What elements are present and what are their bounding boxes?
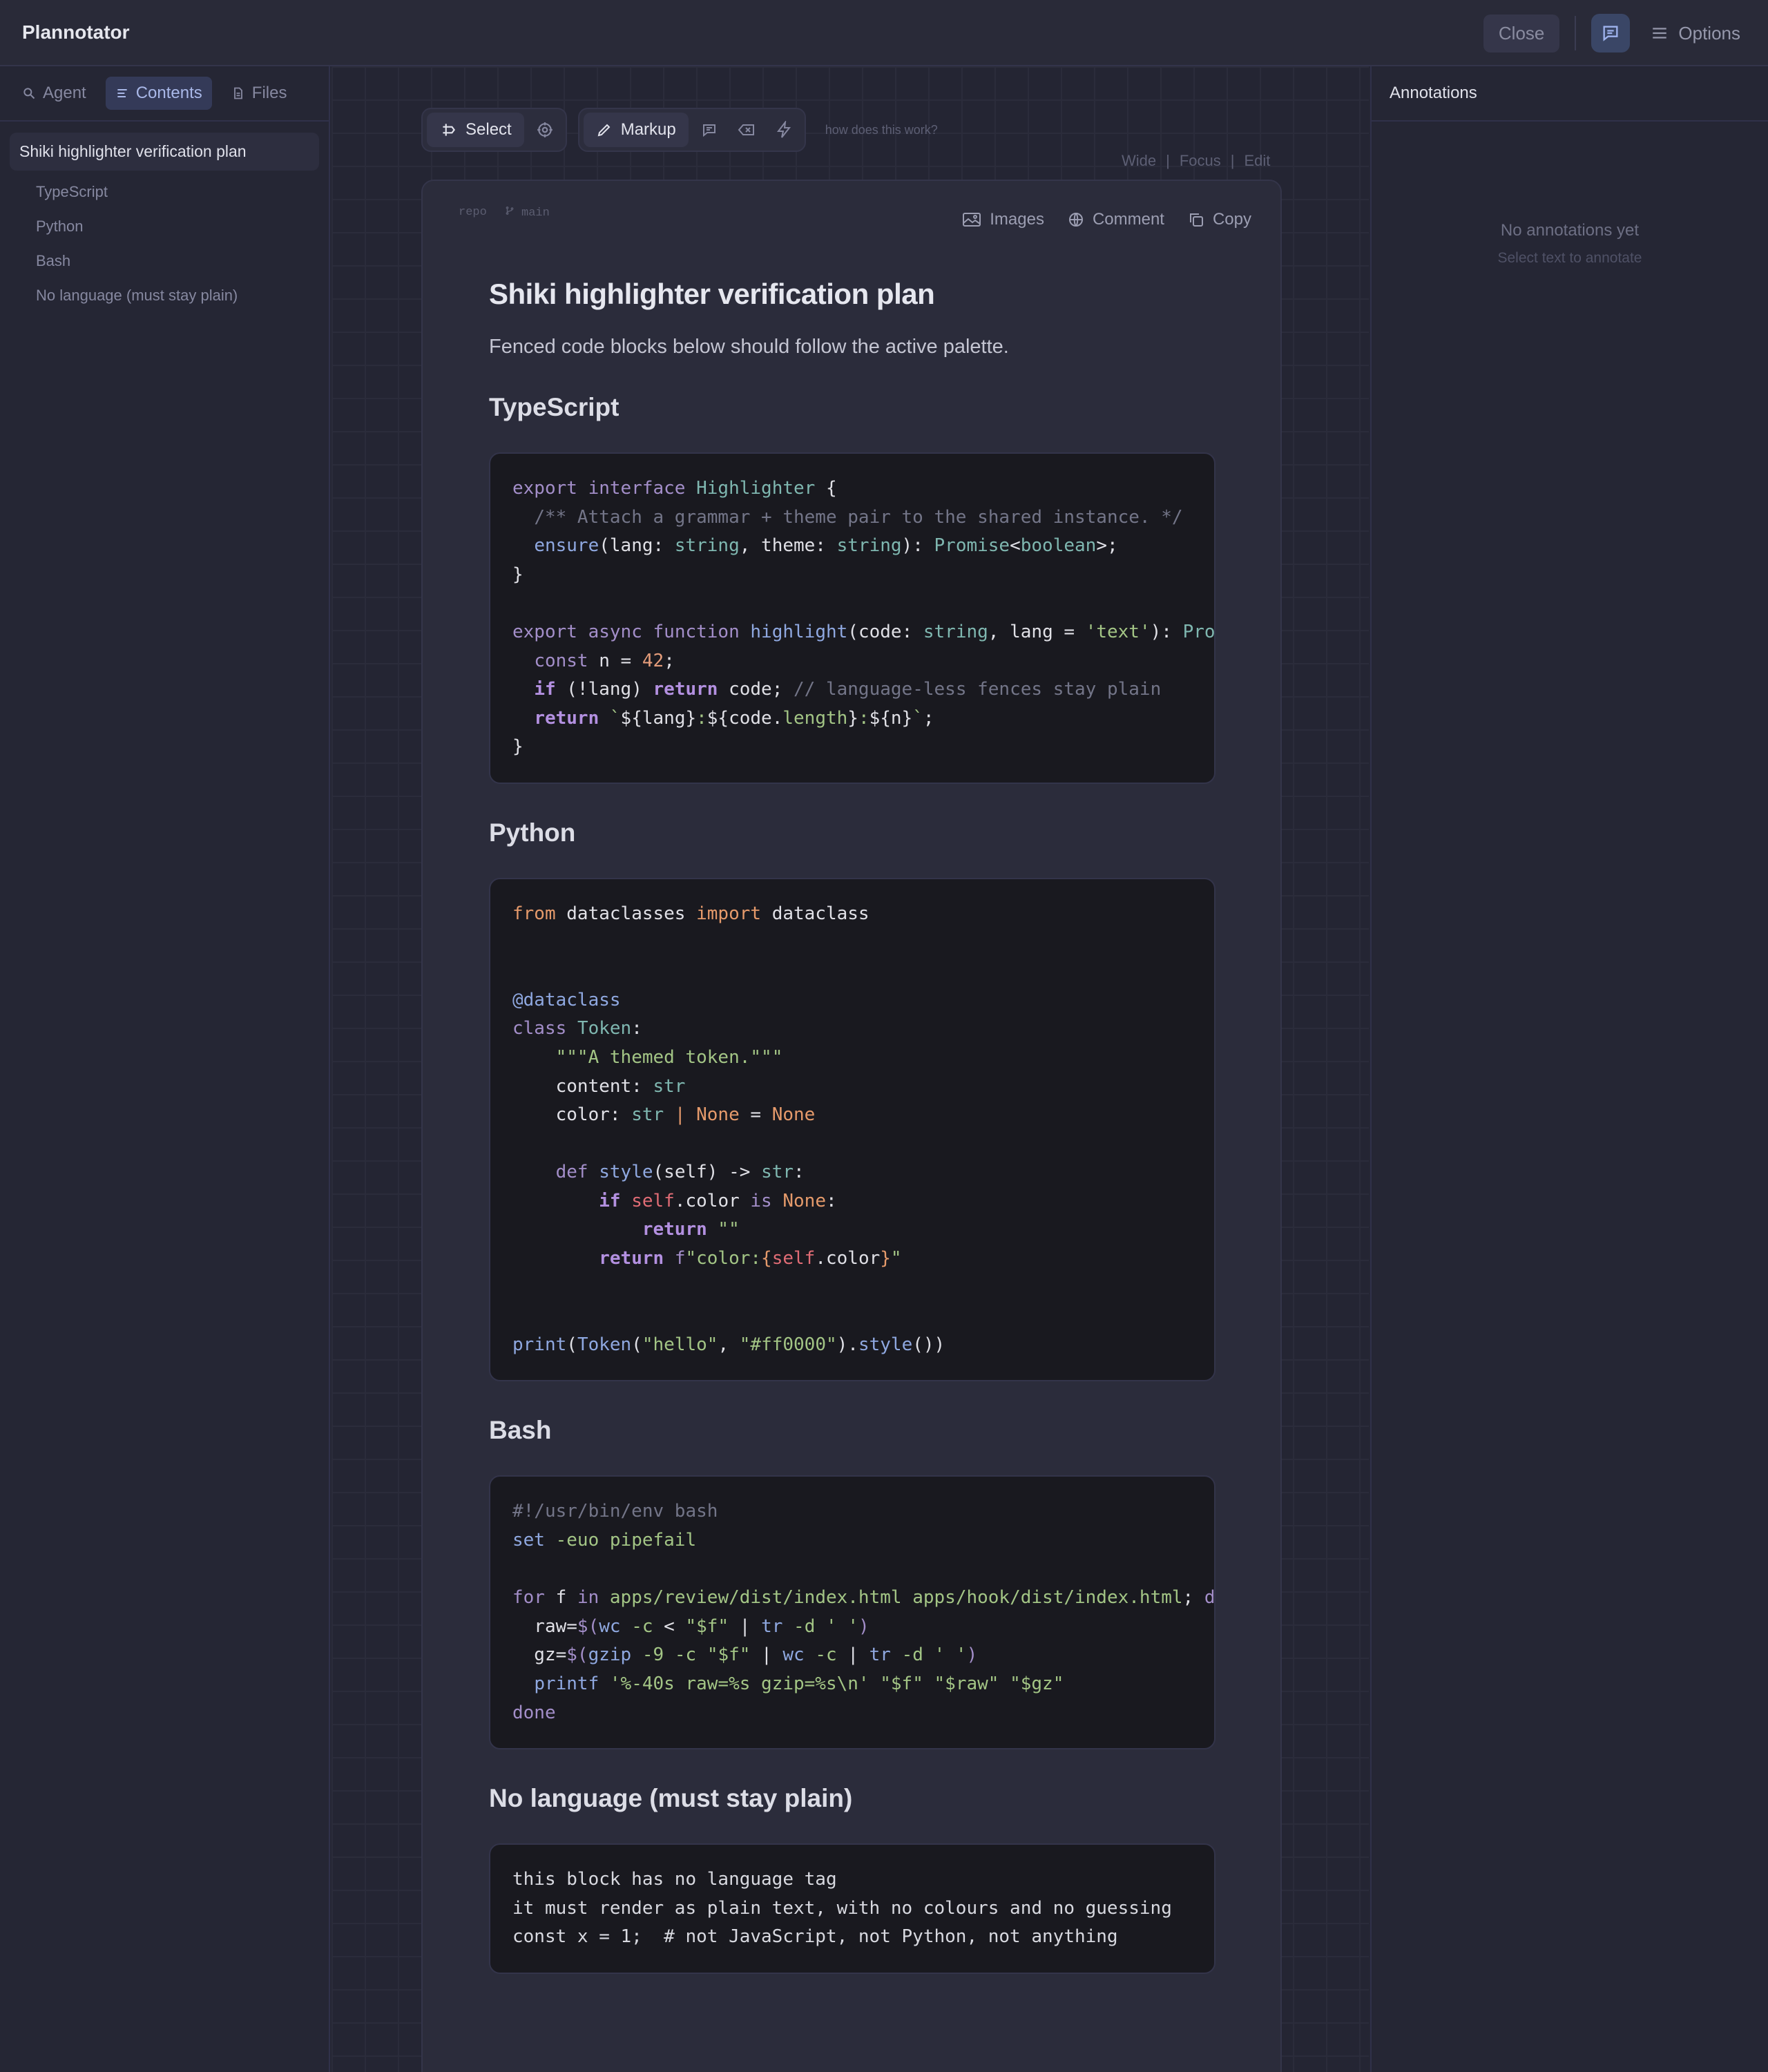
branch-label: main xyxy=(505,206,550,220)
document-actions: Images Comment Copy xyxy=(962,210,1251,229)
document-canvas: Select Markup how does this work? Wide |… xyxy=(332,66,1369,2072)
annotations-title: Annotations xyxy=(1372,66,1768,122)
markup-label: Markup xyxy=(620,120,676,139)
document-title: Shiki highlighter verification plan xyxy=(489,278,935,310)
toc-item-title[interactable]: Shiki highlighter verification plan xyxy=(10,133,319,171)
help-link[interactable]: how does this work? xyxy=(825,123,938,137)
sidebar-tabs: Agent Contents Files xyxy=(0,66,329,122)
copy-icon xyxy=(1189,213,1203,227)
markup-tool-group: Markup xyxy=(577,108,806,152)
heading-typescript: TypeScript xyxy=(489,393,619,421)
options-button[interactable]: Options xyxy=(1645,23,1746,44)
heading-no-language: No language (must stay plain) xyxy=(489,1784,853,1813)
globe-icon xyxy=(1068,213,1083,227)
document-content: Shiki highlighter verification plan Fenc… xyxy=(489,278,1216,1974)
code-block-bash: #!/usr/bin/env bash set -euo pipefail fo… xyxy=(489,1475,1216,1750)
images-label: Images xyxy=(990,210,1044,229)
select-mode-button[interactable]: Select xyxy=(427,113,524,147)
wide-option[interactable]: Wide xyxy=(1122,152,1156,170)
annotations-panel: Annotations No annotations yet Select te… xyxy=(1370,66,1768,2072)
images-button[interactable]: Images xyxy=(962,210,1044,229)
pencil-icon xyxy=(597,124,611,137)
list-icon xyxy=(117,89,127,97)
branch-icon xyxy=(506,207,514,215)
document-lead: Fenced code blocks below should follow t… xyxy=(489,336,1009,358)
repo-label: repo xyxy=(459,206,487,219)
markup-mode-button[interactable]: Markup xyxy=(583,113,689,147)
comment-label: Comment xyxy=(1092,210,1164,229)
copy-label: Copy xyxy=(1212,210,1251,229)
close-button[interactable]: Close xyxy=(1483,14,1560,52)
annotations-toggle-button[interactable] xyxy=(1591,14,1631,52)
view-separator: | xyxy=(1230,152,1235,169)
branch-name: main xyxy=(521,207,550,220)
erase-tool-button[interactable] xyxy=(730,113,763,147)
search-icon xyxy=(23,88,35,99)
focus-option[interactable]: Focus xyxy=(1180,152,1221,170)
options-label: Options xyxy=(1678,22,1740,44)
toc-item-python[interactable]: Python xyxy=(10,209,319,244)
toc-item-typescript[interactable]: TypeScript xyxy=(10,175,319,209)
app-title: Plannotator xyxy=(22,21,130,43)
select-tool-group: Select xyxy=(421,108,567,152)
code-block-typescript: export interface Highlighter { /** Attac… xyxy=(489,452,1216,784)
comment-tool-button[interactable] xyxy=(693,113,726,147)
image-icon xyxy=(963,213,981,227)
tab-agent-label: Agent xyxy=(43,84,86,102)
empty-title: No annotations yet xyxy=(1500,221,1640,240)
document-card: repo main Images Comment Copy Shiki high… xyxy=(421,180,1282,2072)
crosshair-icon xyxy=(537,122,552,137)
comment-button[interactable]: Comment xyxy=(1068,210,1164,229)
quick-action-button[interactable] xyxy=(767,113,800,147)
code-block-python: from dataclasses import dataclass @datac… xyxy=(489,877,1216,1382)
select-label: Select xyxy=(465,120,512,139)
toc-item-no-language[interactable]: No language (must stay plain) xyxy=(10,278,319,313)
eraser-icon xyxy=(738,124,754,135)
toc-item-bash[interactable]: Bash xyxy=(10,244,319,278)
code-block-plain: this block has no language tag it must r… xyxy=(489,1843,1216,1974)
pointer-icon xyxy=(443,124,456,136)
menu-icon xyxy=(1653,28,1667,39)
left-sidebar: Agent Contents Files Shiki highlighter v… xyxy=(0,66,330,2072)
file-icon xyxy=(233,87,242,99)
tab-contents[interactable]: Contents xyxy=(105,77,212,110)
chat-bubble-icon xyxy=(1603,26,1618,41)
view-separator: | xyxy=(1166,152,1170,169)
target-tool-button[interactable] xyxy=(528,113,561,147)
top-bar: Plannotator Close Options xyxy=(0,0,1768,66)
tab-contents-label: Contents xyxy=(135,84,202,102)
tab-files[interactable]: Files xyxy=(222,77,297,110)
mode-toolbar: Select Markup how does this work? xyxy=(421,108,938,152)
tab-files-label: Files xyxy=(251,84,287,102)
annotations-empty-state: No annotations yet Select text to annota… xyxy=(1372,221,1768,267)
heading-python: Python xyxy=(489,818,576,847)
comment-icon xyxy=(702,124,715,137)
copy-button[interactable]: Copy xyxy=(1188,210,1251,229)
divider xyxy=(1575,16,1577,50)
edit-option[interactable]: Edit xyxy=(1244,152,1270,170)
table-of-contents: Shiki highlighter verification plan Type… xyxy=(0,122,329,324)
document-meta: repo main xyxy=(459,206,550,220)
tab-agent[interactable]: Agent xyxy=(12,77,96,110)
empty-hint: Select text to annotate xyxy=(1497,250,1642,266)
heading-bash: Bash xyxy=(489,1416,552,1445)
view-options: Wide | Focus | Edit xyxy=(1122,152,1270,170)
lightning-icon xyxy=(776,121,791,138)
